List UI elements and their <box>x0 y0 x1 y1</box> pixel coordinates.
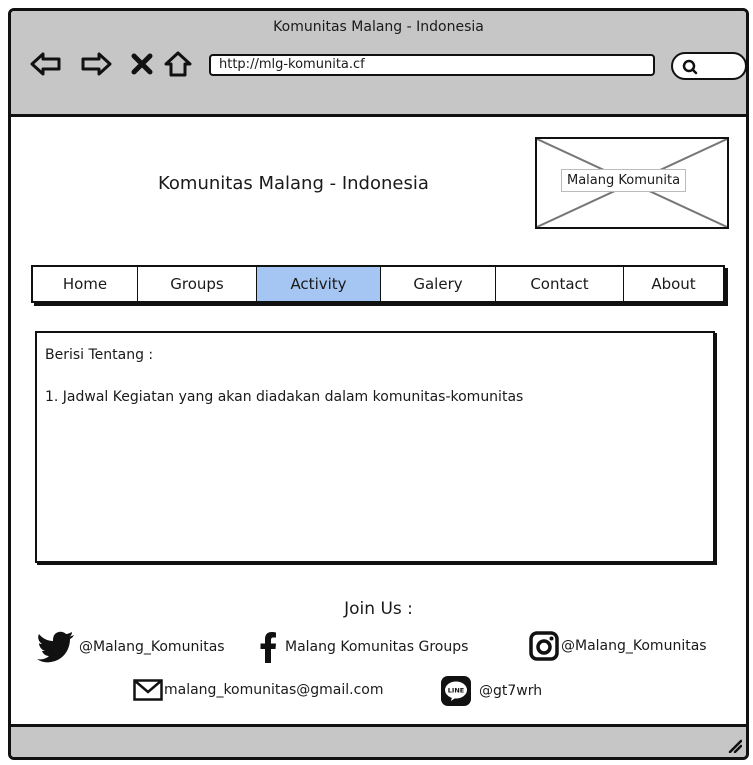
forward-button[interactable] <box>79 49 113 79</box>
email-address: malang_komunitas@gmail.com <box>164 682 384 698</box>
facebook-icon <box>260 632 276 663</box>
svg-text:LINE: LINE <box>448 687 464 695</box>
email-link[interactable]: malang_komunitas@gmail.com <box>133 679 384 701</box>
menu-item-groups[interactable]: Groups <box>138 267 257 301</box>
line-app-icon: LINE <box>441 676 471 706</box>
twitter-link[interactable]: @Malang_Komunitas <box>37 631 225 663</box>
menu-item-about[interactable]: About <box>624 267 723 301</box>
line-link[interactable]: LINE @gt7wrh <box>441 676 542 706</box>
close-icon <box>131 53 153 75</box>
home-button[interactable] <box>161 49 195 79</box>
instagram-icon <box>529 631 559 661</box>
twitter-icon <box>37 631 74 663</box>
arrow-right-icon <box>81 52 112 76</box>
stop-button[interactable] <box>125 49 159 79</box>
instagram-handle: @Malang_Komunitas <box>561 638 707 654</box>
logo-placeholder: Malang Komunita <box>535 137 729 229</box>
mail-icon <box>133 679 163 701</box>
browser-window: Komunitas Malang - Indonesia http://mlg-… <box>8 8 749 760</box>
browser-search-button[interactable] <box>671 52 746 80</box>
menu-item-contact[interactable]: Contact <box>496 267 624 301</box>
instagram-link[interactable]: @Malang_Komunitas <box>529 631 707 661</box>
back-button[interactable] <box>29 49 63 79</box>
status-bar <box>11 724 746 757</box>
facebook-group: Malang Komunitas Groups <box>285 639 469 655</box>
join-us-label: Join Us : <box>344 599 413 619</box>
menu-item-galery[interactable]: Galery <box>381 267 496 301</box>
url-input[interactable]: http://mlg-komunita.cf <box>209 54 655 76</box>
arrow-left-icon <box>30 52 61 76</box>
line-id: @gt7wrh <box>479 683 543 699</box>
home-icon <box>164 51 192 77</box>
menu-item-home[interactable]: Home <box>33 267 138 301</box>
menu-item-activity[interactable]: Activity <box>257 267 381 301</box>
browser-toolbar: Komunitas Malang - Indonesia http://mlg-… <box>11 11 746 117</box>
logo-label: Malang Komunita <box>561 169 687 192</box>
url-text: http://mlg-komunita.cf <box>219 57 365 72</box>
content-panel: Berisi Tentang : 1. Jadwal Kegiatan yang… <box>35 331 715 563</box>
site-title: Komunitas Malang - Indonesia <box>158 173 429 194</box>
twitter-handle: @Malang_Komunitas <box>79 639 225 655</box>
content-line: 1. Jadwal Kegiatan yang akan diadakan da… <box>45 389 524 405</box>
facebook-link[interactable]: Malang Komunitas Groups <box>259 631 468 663</box>
search-icon <box>682 59 698 75</box>
window-title: Komunitas Malang - Indonesia <box>273 19 484 35</box>
resize-handle-icon[interactable] <box>726 737 742 753</box>
content-heading: Berisi Tentang : <box>45 347 154 363</box>
main-menu: Home Groups Activity Galery Contact Abou… <box>31 265 725 303</box>
